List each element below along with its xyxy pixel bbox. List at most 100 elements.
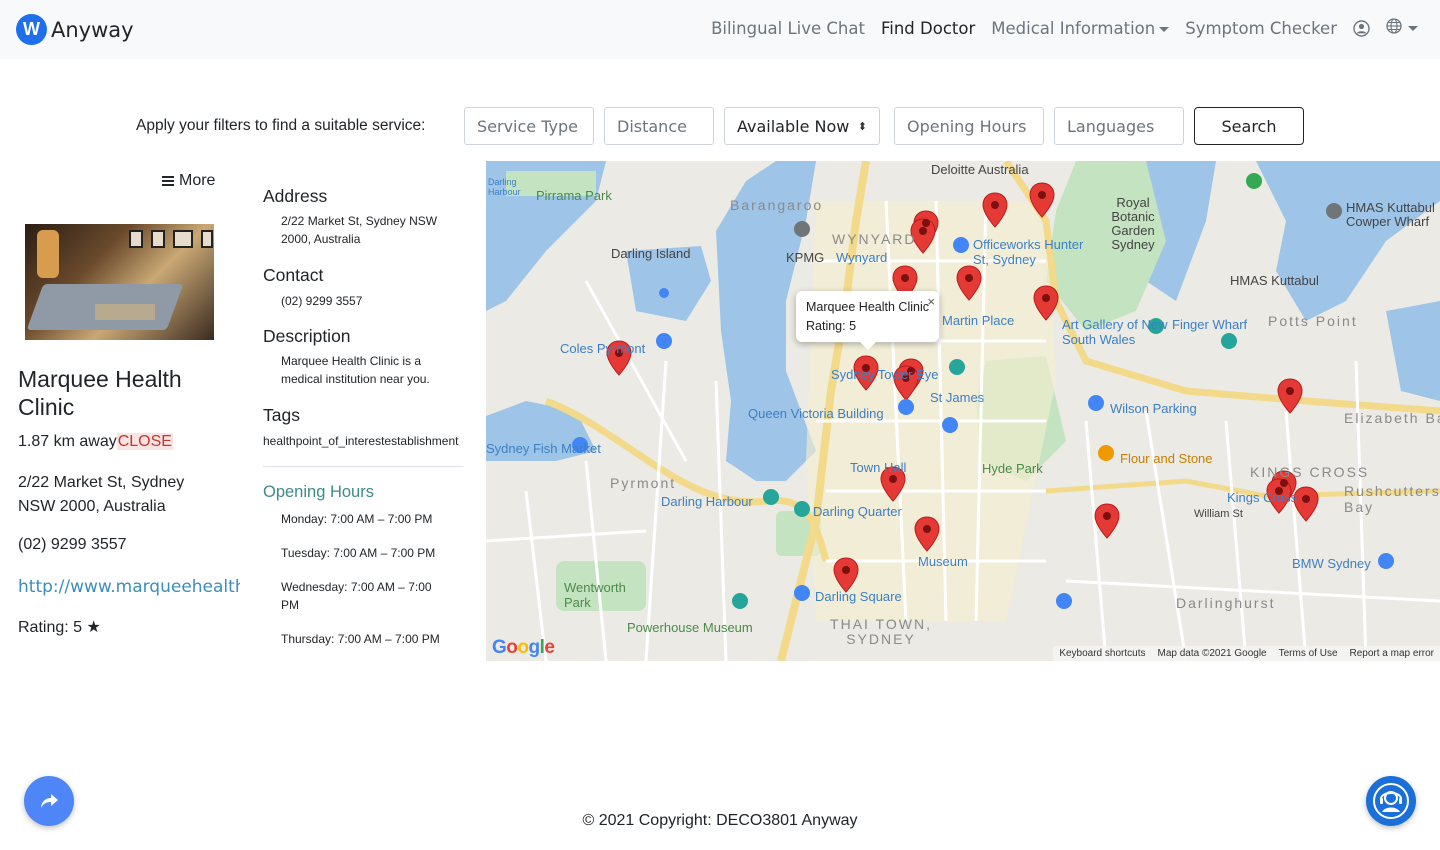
map-data-attribution: Map data ©2021 Google xyxy=(1157,648,1267,659)
copyright: © 2021 Copyright: DECO3801 Anyway xyxy=(582,812,858,829)
map-label: Rushcutters Bay xyxy=(1344,483,1440,515)
tags-text: healthpoint_of_interestestablishment xyxy=(263,434,459,448)
map-label: Town Hall xyxy=(850,460,907,475)
map-label: Wilson Parking xyxy=(1110,401,1197,416)
brand[interactable]: W Anyway xyxy=(16,14,134,45)
map-label: Hyde Park xyxy=(982,461,1043,476)
map-label: Darling Quarter xyxy=(813,504,902,519)
nav-item-find-doctor[interactable]: Find Doctor xyxy=(881,19,975,38)
opening-hours-input[interactable]: Opening Hours xyxy=(894,107,1044,145)
opening-hours-heading: Opening Hours xyxy=(263,483,374,501)
distance-input[interactable]: Distance xyxy=(604,107,714,145)
nav-item-bilingual-live-chat[interactable]: Bilingual Live Chat xyxy=(711,19,865,38)
nav-item-label: Medical Information xyxy=(991,18,1156,38)
share-button[interactable] xyxy=(24,776,74,826)
support-chat-button[interactable] xyxy=(1366,776,1416,826)
map-label: Darling Island xyxy=(611,246,691,261)
contact-text: (02) 9299 3557 xyxy=(281,294,363,308)
map-label: Flour and Stone xyxy=(1120,451,1213,466)
map-label: Pyrmont xyxy=(610,475,677,491)
languages-input[interactable]: Languages xyxy=(1054,107,1184,145)
map-label: THAI TOWN, SYDNEY xyxy=(830,616,932,647)
report-map-error-link[interactable]: Report a map error xyxy=(1350,648,1434,659)
distance-text: 1.87 km away xyxy=(18,433,117,450)
map-label: Finger Wharf xyxy=(1172,317,1248,332)
address-heading: Address xyxy=(263,186,328,206)
map-label: Darlinghurst xyxy=(1176,595,1276,611)
info-window-title: Marquee Health Clinic xyxy=(806,300,929,314)
language-menu[interactable] xyxy=(1386,18,1418,38)
user-circle-icon[interactable] xyxy=(1353,19,1370,37)
map-label: Museum xyxy=(918,554,968,569)
map-label: Coles Pyrmont xyxy=(560,341,646,356)
map-label: Elizabeth Bay xyxy=(1344,410,1440,426)
opening-hours-item: Wednesday: 7:00 AM – 7:00 PM xyxy=(281,580,432,612)
globe-icon xyxy=(1386,18,1402,38)
map-label: St James xyxy=(930,390,985,405)
map-label: Wentworth Park xyxy=(564,580,626,610)
map-label: Barangaroo xyxy=(730,197,824,213)
map-label: Darling Harbour xyxy=(661,494,753,509)
map-label: Sydney Tower Eye xyxy=(831,367,939,382)
map-label: Potts Point xyxy=(1268,313,1358,329)
more-button[interactable]: More xyxy=(162,172,215,190)
chevron-down-icon xyxy=(1159,26,1170,32)
map-label: Art Gallery of New South Wales xyxy=(1062,317,1168,347)
close-icon[interactable]: × xyxy=(927,292,935,311)
map-label: Queen Victoria Building xyxy=(748,406,884,421)
terms-of-use-link[interactable]: Terms of Use xyxy=(1279,648,1338,659)
availability-selected-value: Available Now xyxy=(737,116,850,136)
map-label: Pirrama Park xyxy=(536,188,612,203)
map-label: Royal Botanic Garden Sydney xyxy=(1111,195,1155,252)
keyboard-shortcuts-link[interactable]: Keyboard shortcuts xyxy=(1059,648,1145,659)
share-arrow-icon xyxy=(41,794,58,808)
map-label: Officeworks Hunter St, Sydney xyxy=(973,237,1084,267)
contact-heading: Contact xyxy=(263,265,324,285)
map-label: Martin Place xyxy=(942,313,1015,328)
divider xyxy=(263,466,463,467)
map-label: Kings Cross xyxy=(1227,490,1298,505)
chevron-updown-icon: ⬍ xyxy=(857,119,867,133)
description-text: Marquee Health Clinic is a medical insti… xyxy=(281,354,430,386)
clinic-rating: Rating: 5 ★ xyxy=(18,619,101,636)
map-label: Wynyard xyxy=(836,250,888,265)
support-agent-icon xyxy=(1373,783,1409,819)
nav-links: Bilingual Live Chat Find Doctor Medical … xyxy=(695,18,1418,38)
brand-logo: W xyxy=(16,14,47,45)
map-label: Deloitte Australia xyxy=(931,162,1029,177)
info-window-rating: Rating: 5 xyxy=(806,319,857,333)
more-label: More xyxy=(179,172,216,189)
clinic-phone: (02) 9299 3557 xyxy=(18,536,127,553)
hamburger-icon xyxy=(162,174,174,188)
opening-hours-item: Tuesday: 7:00 AM – 7:00 PM xyxy=(281,546,436,560)
opening-hours-item: Monday: 7:00 AM – 7:00 PM xyxy=(281,512,433,526)
clinic-name: Marquee Health Clinic xyxy=(18,366,182,420)
chevron-down-icon xyxy=(1408,25,1418,31)
map-label: Powerhouse Museum xyxy=(627,620,753,635)
nav-item-medical-information[interactable]: Medical Information xyxy=(991,18,1170,38)
brand-name: Anyway xyxy=(51,17,134,42)
navbar: W Anyway Bilingual Live Chat Find Doctor… xyxy=(0,0,1440,59)
status-badge: CLOSE xyxy=(116,433,173,450)
map-label: KINGS CROSS xyxy=(1250,464,1370,480)
clinic-photo xyxy=(25,224,214,340)
map-label: HMAS Kuttabul Cowper Wharf xyxy=(1346,200,1435,229)
availability-select[interactable]: Available Now ⬍ xyxy=(724,107,880,145)
nav-item-symptom-checker[interactable]: Symptom Checker xyxy=(1185,19,1337,38)
map-label: KPMG xyxy=(786,250,825,265)
clinic-address: 2/22 Market St, Sydney NSW 2000, Austral… xyxy=(18,474,185,515)
search-button[interactable]: Search xyxy=(1194,107,1304,145)
map-label: HMAS Kuttabul xyxy=(1230,273,1319,288)
map-label: BMW Sydney xyxy=(1292,556,1371,571)
map-label: WYNYARD xyxy=(832,231,917,247)
distance-row: 1.87 km awayCLOSE xyxy=(18,431,173,453)
tags-heading: Tags xyxy=(263,405,300,425)
map-info-window: × Marquee Health Clinic Rating: 5 xyxy=(796,291,939,350)
map[interactable]: Deloitte Australia Pirrama Park Darling … xyxy=(486,161,1440,661)
opening-hours-item: Thursday: 7:00 AM – 7:00 PM xyxy=(281,632,440,646)
service-type-input[interactable]: Service Type xyxy=(464,107,594,145)
clinic-website-link[interactable]: http://www.marqueehealth.com.au/ xyxy=(18,577,240,597)
map-label: Sydney Fish Market xyxy=(486,441,601,456)
description-heading: Description xyxy=(263,326,351,346)
map-label: William St xyxy=(1194,508,1243,520)
